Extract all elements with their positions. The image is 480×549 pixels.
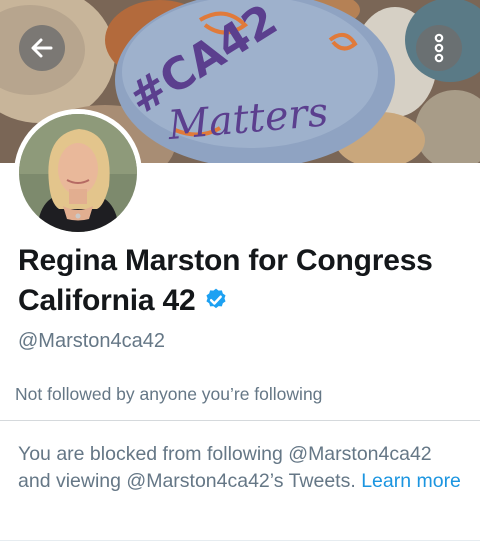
- divider: [0, 420, 480, 421]
- profile-name: Regina Marston for Congress California 4…: [18, 241, 468, 324]
- blocked-notice: You are blocked from following @Marston4…: [18, 441, 463, 495]
- avatar-photo: [19, 114, 137, 232]
- learn-more-link[interactable]: Learn more: [361, 470, 461, 492]
- arrow-left-icon: [31, 38, 53, 58]
- followed-by-text: Not followed by anyone you’re following: [15, 384, 323, 404]
- back-button[interactable]: [19, 25, 65, 71]
- more-options-button[interactable]: [416, 25, 462, 71]
- bottom-divider: [0, 540, 480, 541]
- verified-badge-icon: [203, 284, 229, 324]
- profile-avatar[interactable]: [14, 109, 142, 237]
- profile-handle: @Marston4ca42: [18, 330, 166, 352]
- more-vertical-icon: [434, 33, 444, 63]
